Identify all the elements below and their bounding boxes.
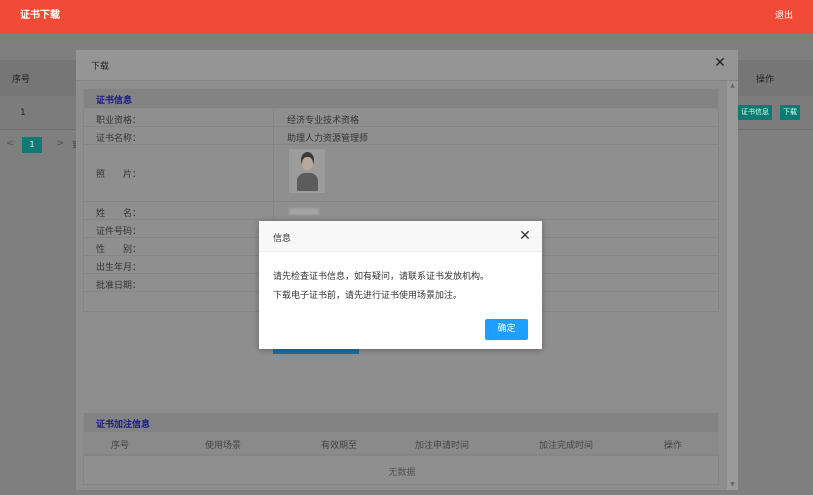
column-header: 序号 (110, 441, 130, 451)
section-title: 证书加注信息 (96, 420, 151, 430)
logout-link[interactable]: 退出 (775, 0, 793, 32)
column-header: 加注完成时间 (538, 441, 594, 451)
alert-header: 信息 ✕ (259, 221, 542, 252)
info-value: 助理人力资源管理师 (287, 134, 369, 144)
alert-title: 信息 (273, 234, 292, 244)
pager-next-icon[interactable]: > (56, 138, 64, 149)
info-row-qualification: 职业资格： 经济专业技术资格 (83, 109, 719, 127)
column-divider (273, 202, 274, 219)
modal-scrollbar[interactable]: ▲ ▼ (727, 81, 738, 490)
info-row-name: 姓 名： (83, 202, 719, 220)
close-icon[interactable]: ✕ (517, 228, 533, 244)
top-nav-bar: 证书下载 退出 (0, 0, 813, 34)
annotation-table-header: 序号 使用场景 有效期至 加注申请时间 加注完成时间 操作 (83, 433, 719, 455)
info-row-photo: 照 片： (83, 145, 719, 202)
info-label: 证件号码： (96, 227, 142, 237)
column-divider (273, 145, 274, 201)
scroll-down-icon[interactable]: ▼ (727, 480, 738, 490)
column-header: 操作 (663, 441, 683, 451)
pager-page-1[interactable]: 1 (22, 137, 42, 153)
info-label: 证书名称： (96, 134, 142, 144)
download-button[interactable]: 下载 (780, 105, 800, 120)
info-label: 批准日期： (96, 281, 142, 291)
tab-certificate-download[interactable]: 证书下载 (8, 0, 76, 34)
alert-message-line-2: 下载电子证书前，请先进行证书使用场景加注。 (273, 291, 463, 301)
column-divider (273, 109, 274, 126)
column-header: 有效期至 (320, 441, 358, 451)
id-photo (289, 149, 325, 193)
confirm-button[interactable]: 确定 (485, 319, 528, 340)
info-label: 姓 名： (96, 209, 142, 219)
column-divider (273, 127, 274, 144)
annotation-empty-row: 无数据 (83, 455, 719, 485)
scroll-up-icon[interactable]: ▲ (727, 81, 738, 91)
column-header-seq: 序号 (12, 75, 31, 85)
info-alert-dialog: 信息 ✕ 请先检查证书信息，如有疑问，请联系证书发放机构。 下载电子证书前，请先… (259, 221, 542, 349)
redacted-name (289, 208, 319, 215)
empty-text: 无数据 (388, 468, 416, 478)
info-label: 性 别： (96, 245, 142, 255)
info-row-cert-name: 证书名称： 助理人力资源管理师 (83, 127, 719, 145)
column-header: 使用场景 (204, 441, 242, 451)
info-label: 职业资格： (96, 116, 142, 126)
modal-header: 下载 ✕ (76, 50, 738, 81)
info-value: 经济专业技术资格 (287, 116, 360, 126)
close-icon[interactable]: ✕ (712, 55, 728, 71)
section-title: 证书信息 (96, 96, 133, 106)
cert-info-button[interactable]: 证书信息 (738, 105, 772, 120)
section-header-cert-info: 证书信息 (83, 88, 719, 109)
info-label: 照 片： (96, 170, 142, 180)
alert-message-line-1: 请先检查证书信息，如有疑问，请联系证书发放机构。 (273, 272, 490, 282)
column-header-operation: 操作 (756, 75, 775, 85)
section-header-annotation: 证书加注信息 (83, 412, 719, 433)
column-header: 加注申请时间 (414, 441, 470, 451)
row-seq: 1 (20, 108, 26, 118)
pager-prev-icon[interactable]: < (6, 138, 14, 149)
info-label: 出生年月： (96, 263, 142, 273)
modal-title: 下载 (91, 62, 110, 72)
